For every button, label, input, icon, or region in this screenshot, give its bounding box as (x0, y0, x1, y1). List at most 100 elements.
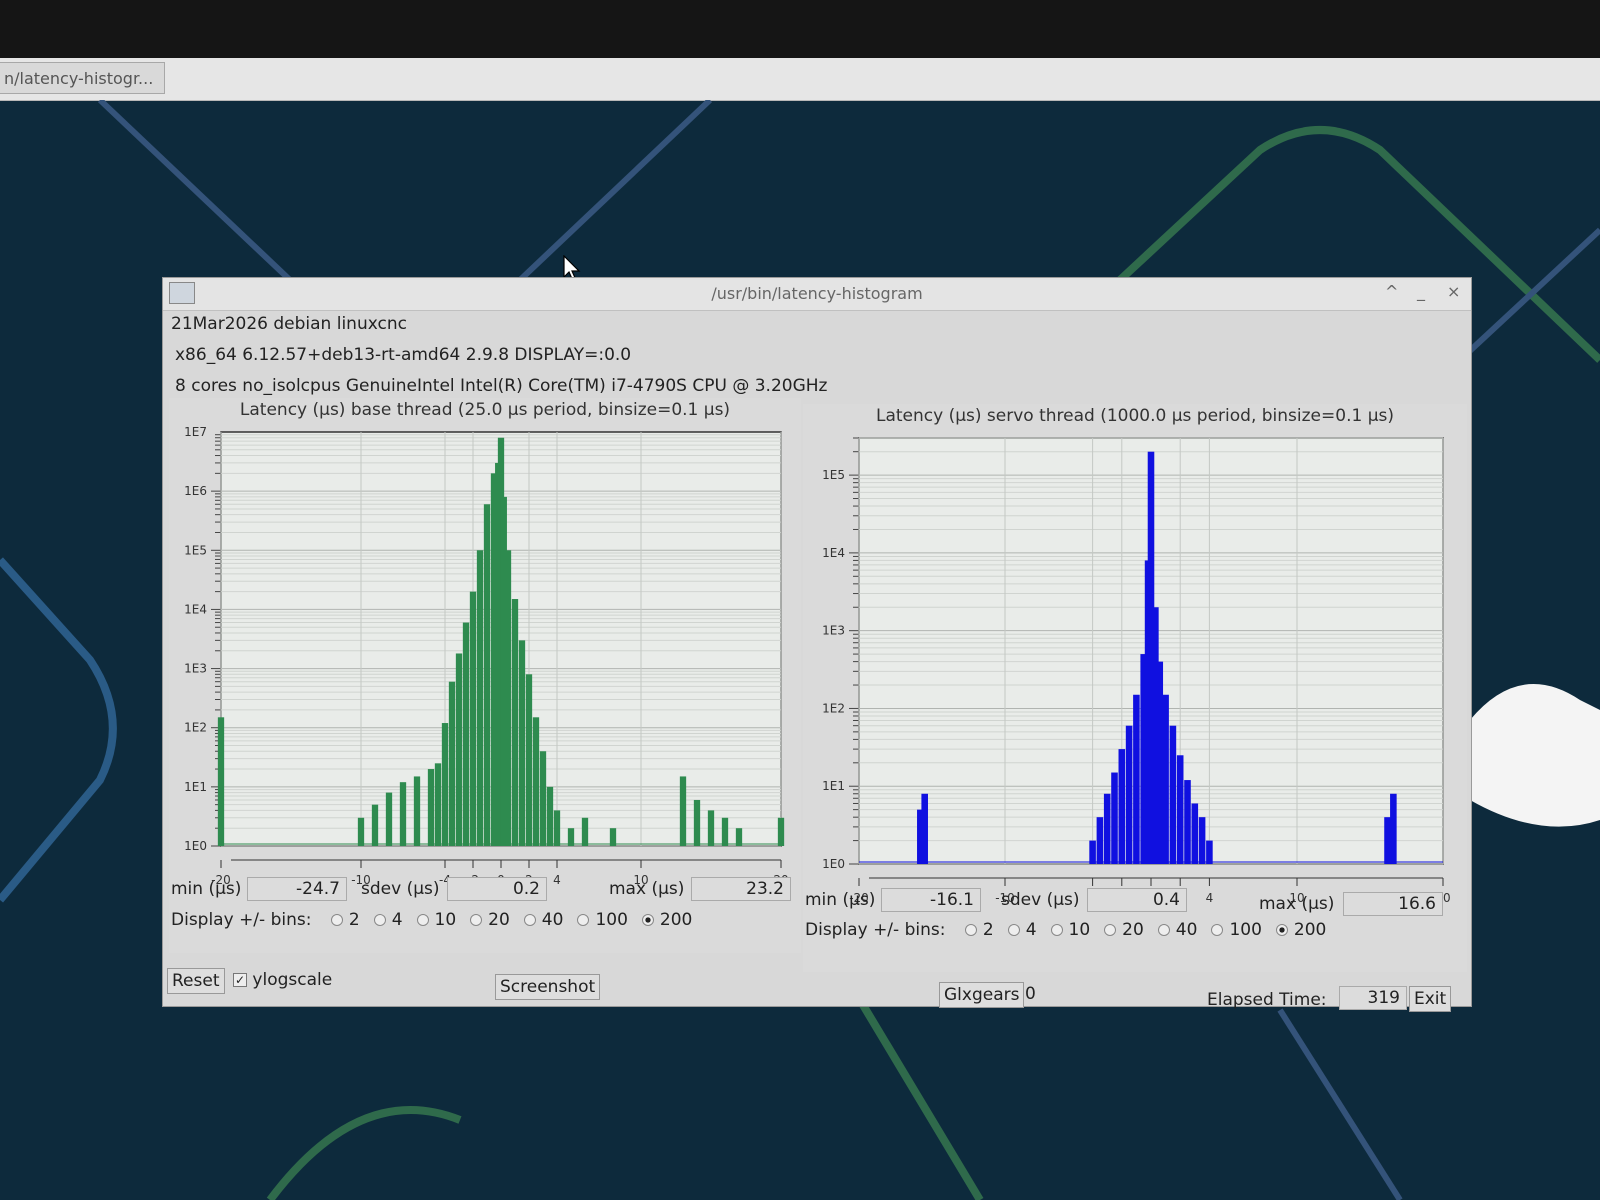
radio-label: 100 (595, 910, 628, 930)
taskbar: n/latency-histogr... (0, 58, 1600, 101)
servo-bins-radio-40[interactable]: 40 (1157, 920, 1198, 940)
base-max-label: max (µs) (609, 879, 685, 899)
window-titlebar[interactable]: /usr/bin/latency-histogram ^ _ × (163, 278, 1471, 311)
monitor-bezel (0, 0, 1600, 58)
histogram-bar (581, 817, 589, 846)
screenshot-button[interactable]: Screenshot (495, 974, 601, 1000)
y-tick-label: 1E0 (822, 857, 845, 871)
radio-dot-icon[interactable] (1275, 924, 1288, 936)
servo-bins-radio-100[interactable]: 100 (1211, 920, 1262, 940)
y-tick-label: 1E4 (184, 602, 207, 616)
radio-dot-icon[interactable] (964, 924, 977, 936)
histogram-bar (399, 782, 407, 846)
radio-label: 4 (391, 910, 403, 930)
histogram-bar (434, 763, 442, 846)
taskbar-item-latency-histogram[interactable]: n/latency-histogr... (0, 62, 165, 94)
radio-dot-icon[interactable] (373, 914, 386, 926)
servo-bins-radio-20[interactable]: 20 (1104, 920, 1144, 940)
histogram-bar (1206, 840, 1213, 864)
histogram-bar (1111, 772, 1118, 864)
histogram-bar (553, 810, 561, 846)
maximize-icon[interactable]: ^ (1385, 282, 1398, 301)
histogram-bar (1103, 793, 1111, 864)
radio-label: 40 (1175, 920, 1198, 940)
base-bins-radio-40[interactable]: 40 (523, 910, 564, 930)
radio-dot-icon[interactable] (577, 914, 590, 926)
radio-dot-icon[interactable] (1211, 924, 1224, 936)
elapsed-time-field: 319 (1339, 986, 1407, 1010)
glxgears-count: 0 (1025, 984, 1036, 1004)
base-sdev-field: 0.2 (447, 877, 547, 901)
reset-button[interactable]: Reset (167, 968, 225, 994)
histogram-bar (609, 828, 617, 846)
servo-bins-radio-200[interactable]: 200 (1275, 920, 1326, 940)
histogram-bar (385, 792, 393, 846)
y-tick-label: 1E0 (184, 839, 207, 853)
servo-max-label: max (µs) (1259, 894, 1335, 914)
servo-bins-radio-2[interactable]: 2 (964, 920, 994, 940)
base-bins-radio-200[interactable]: 200 (641, 910, 692, 930)
histogram-bar (441, 723, 449, 846)
y-tick-label: 1E5 (184, 543, 207, 557)
ylogscale-check-icon[interactable]: ✓ (233, 973, 247, 987)
histogram-bar (1169, 725, 1177, 864)
base-bins-row: Display +/- bins: 2 4 10 20 40 100 200 (171, 910, 692, 930)
base-bins-radio-2[interactable]: 2 (330, 910, 360, 930)
servo-thread-panel: Latency (µs) servo thread (1000.0 µs per… (803, 404, 1467, 972)
radio-label: 40 (541, 910, 564, 930)
histogram-bar (511, 599, 519, 846)
radio-dot-icon[interactable] (1050, 924, 1063, 936)
ylogscale-checkbox[interactable]: ✓ ylogscale (233, 970, 332, 990)
servo-bins-radio-10[interactable]: 10 (1050, 920, 1091, 940)
glxgears-button[interactable]: Glxgears (939, 982, 1025, 1008)
base-bins-radio-20[interactable]: 20 (470, 910, 510, 930)
radio-dot-icon[interactable] (641, 914, 654, 926)
x-tick-label: 4 (1206, 891, 1214, 905)
y-tick-label: 1E2 (184, 721, 207, 735)
radio-label: 10 (434, 910, 457, 930)
y-tick-label: 1E3 (822, 624, 845, 638)
radio-dot-icon[interactable] (416, 914, 429, 926)
y-tick-label: 1E1 (822, 779, 845, 793)
radio-label: 2 (982, 920, 994, 940)
histogram-bar (469, 591, 477, 846)
servo-bins-radio-4[interactable]: 4 (1007, 920, 1037, 940)
base-bins-label: Display +/- bins: (171, 910, 312, 930)
radio-dot-icon[interactable] (1007, 924, 1020, 936)
base-bins-radio-100[interactable]: 100 (577, 910, 628, 930)
minimize-icon[interactable]: _ (1417, 282, 1425, 301)
base-min-label: min (µs) (171, 879, 242, 899)
histogram-bar (413, 776, 421, 846)
histogram-bar (455, 653, 463, 846)
radio-dot-icon[interactable] (330, 914, 343, 926)
close-icon[interactable]: × (1447, 282, 1460, 301)
histogram-bar (1384, 817, 1391, 864)
base-bins-radio-4[interactable]: 4 (373, 910, 403, 930)
radio-dot-icon[interactable] (523, 914, 536, 926)
histogram-bar (1125, 725, 1133, 864)
servo-min-label: min (µs) (805, 890, 876, 910)
histogram-bar (1133, 694, 1140, 864)
info-line-kernel: x86_64 6.12.57+deb13-rt-amd64 2.9.8 DISP… (175, 345, 632, 365)
radio-dot-icon[interactable] (470, 914, 483, 926)
servo-bins-row: Display +/- bins: 2 4 10 20 40 100 200 (805, 920, 1326, 940)
window-title: /usr/bin/latency-histogram (711, 284, 923, 303)
radio-dot-icon[interactable] (1104, 924, 1117, 936)
histogram-bar (1156, 661, 1164, 864)
radio-label: 10 (1068, 920, 1091, 940)
radio-dot-icon[interactable] (1157, 924, 1170, 936)
histogram-bar (539, 751, 547, 846)
radio-label: 20 (488, 910, 510, 930)
histogram-bar (504, 550, 512, 846)
histogram-bar (448, 681, 456, 846)
histogram-bar (707, 810, 715, 846)
histogram-bar (1096, 817, 1104, 864)
exit-button[interactable]: Exit (1409, 986, 1452, 1012)
base-bins-radio-10[interactable]: 10 (416, 910, 457, 930)
x-tick-label: 4 (553, 873, 561, 887)
y-tick-label: 1E7 (184, 425, 207, 439)
histogram-bar (483, 504, 491, 846)
y-tick-label: 1E6 (184, 484, 207, 498)
base-bins-radio-group: 2 4 10 20 40 100 200 (317, 910, 692, 930)
y-tick-label: 1E4 (822, 546, 845, 560)
